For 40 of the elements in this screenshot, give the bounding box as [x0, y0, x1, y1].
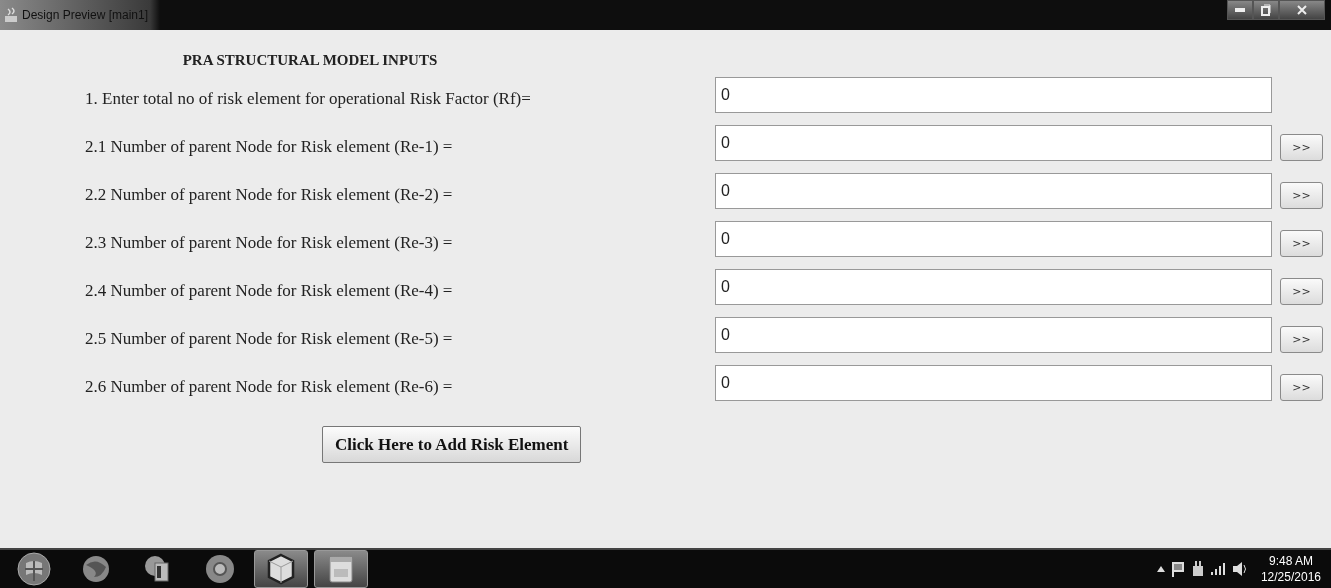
plug-icon[interactable]: [1190, 561, 1205, 577]
minimize-icon: [1235, 8, 1245, 12]
next-button[interactable]: >>: [1280, 374, 1323, 401]
restore-button[interactable]: [1253, 0, 1279, 20]
restore-icon: [1261, 4, 1271, 16]
input-field[interactable]: 0: [715, 317, 1272, 353]
input-field[interactable]: 0: [715, 365, 1272, 401]
input-field[interactable]: 0: [715, 125, 1272, 161]
input-field[interactable]: 0: [715, 269, 1272, 305]
speaker-icon[interactable]: [1232, 562, 1249, 576]
minimize-button[interactable]: [1227, 0, 1253, 20]
taskbar-button[interactable]: [314, 550, 368, 588]
input-field[interactable]: 0: [715, 221, 1272, 257]
app-icon: [4, 7, 18, 23]
next-button[interactable]: >>: [1280, 182, 1323, 209]
clock-date[interactable]: 12/25/2016: [1260, 569, 1321, 585]
input-field[interactable]: 0: [715, 173, 1272, 209]
field-label: 1. Enter total no of risk element for operational Risk Factor (Rf)=: [84, 89, 532, 109]
up-arrow-icon[interactable]: [1156, 566, 1165, 572]
next-button[interactable]: >>: [1280, 278, 1323, 305]
window-title: Design Preview [main1]: [22, 8, 149, 22]
field-label: 2.1 Number of parent Node for Risk element (Re-1) =: [84, 137, 454, 157]
add-risk-element-button[interactable]: Click Here to Add Risk Element: [322, 426, 582, 463]
field-label: 2.3 Number of parent Node for Risk element (Re-3) =: [84, 233, 454, 253]
field-label: 2.2 Number of parent Node for Risk element (Re-2) =: [84, 185, 454, 205]
field-label: 2.4 Number of parent Node for Risk element (Re-4) =: [84, 281, 454, 301]
flag-icon[interactable]: [1170, 561, 1185, 577]
field-label: 2.5 Number of parent Node for Risk element (Re-5) =: [84, 329, 454, 349]
form-heading: PRA STRUCTURAL MODEL INPUTS: [181, 52, 439, 69]
next-button[interactable]: >>: [1280, 326, 1323, 353]
next-button[interactable]: >>: [1280, 134, 1323, 161]
start-orb-icon: [16, 551, 52, 587]
next-button[interactable]: >>: [1280, 230, 1323, 257]
clock-time[interactable]: 9:48 AM: [1268, 553, 1313, 569]
field-label: 2.6 Number of parent Node for Risk element (Re-6) =: [84, 377, 454, 397]
taskbar-button[interactable]: [254, 550, 308, 588]
input-field[interactable]: 0: [715, 77, 1272, 113]
close-icon: [1297, 5, 1307, 15]
close-button[interactable]: [1279, 0, 1325, 20]
signal-icon[interactable]: [1210, 563, 1227, 575]
